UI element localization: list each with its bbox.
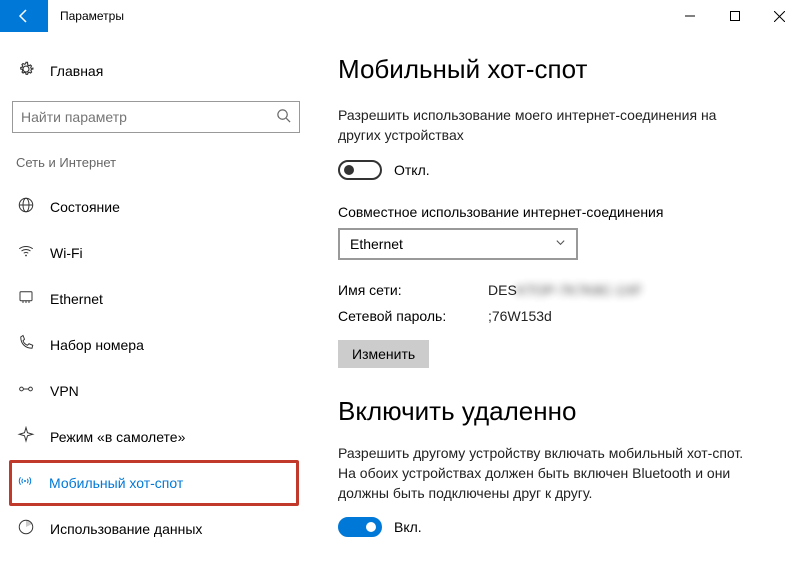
remote-toggle-row: Вкл. [338, 517, 778, 537]
chevron-down-icon [555, 237, 566, 251]
redacted-text: KTOP-7K7K8C-1XF [517, 282, 642, 298]
content: Главная Сеть и Интернет Состояние Wi-Fi [0, 32, 802, 578]
titlebar: Параметры [0, 0, 802, 32]
back-button[interactable] [0, 0, 48, 32]
airplane-icon [16, 426, 36, 448]
nav-item-hotspot[interactable]: Мобильный хот-спот [9, 460, 299, 506]
gear-icon [16, 60, 36, 81]
minimize-icon [685, 11, 695, 21]
connection-label: Совместное использование интернет-соедин… [338, 204, 778, 220]
network-name-label: Имя сети: [338, 282, 488, 298]
share-toggle-row: Откл. [338, 160, 778, 180]
nav-item-airplane[interactable]: Режим «в самолете» [10, 414, 298, 460]
edit-button[interactable]: Изменить [338, 340, 429, 368]
nav-item-vpn[interactable]: VPN [10, 368, 298, 414]
minimize-button[interactable] [667, 0, 712, 32]
window-title: Параметры [48, 9, 667, 23]
remote-toggle-label: Вкл. [394, 519, 422, 535]
nav-label: Wi-Fi [50, 245, 83, 261]
connection-dropdown[interactable]: Ethernet [338, 228, 578, 260]
network-password-value: ;76W153d [488, 308, 552, 324]
category-header: Сеть и Интернет [10, 151, 298, 184]
remote-description: Разрешить другому устройству включать мо… [338, 443, 758, 504]
wifi-icon [16, 242, 36, 264]
share-toggle-label: Откл. [394, 162, 430, 178]
hotspot-icon [15, 472, 35, 494]
nav-label: Ethernet [50, 291, 103, 307]
nav-label: Мобильный хот-спот [49, 475, 183, 491]
page-title: Мобильный хот-спот [338, 54, 778, 85]
network-password-label: Сетевой пароль: [338, 308, 488, 324]
dropdown-value: Ethernet [350, 236, 403, 252]
ethernet-icon [16, 288, 36, 310]
arrow-left-icon [16, 8, 32, 24]
home-label: Главная [50, 63, 103, 79]
nav-label: Состояние [50, 199, 120, 215]
nav-item-status[interactable]: Состояние [10, 184, 298, 230]
sidebar: Главная Сеть и Интернет Состояние Wi-Fi [0, 32, 310, 578]
vpn-icon [16, 380, 36, 402]
close-button[interactable] [757, 0, 802, 32]
maximize-button[interactable] [712, 0, 757, 32]
phone-icon [16, 334, 36, 356]
search-icon [276, 108, 291, 126]
window-controls [667, 0, 802, 32]
nav-item-dialup[interactable]: Набор номера [10, 322, 298, 368]
nav-list: Состояние Wi-Fi Ethernet Набор номера [10, 184, 298, 552]
network-name-row: Имя сети: DESKTOP-7K7K8C-1XF [338, 282, 778, 298]
share-description: Разрешить использование моего интернет-с… [338, 105, 758, 146]
network-name-value: DESKTOP-7K7K8C-1XF [488, 282, 642, 298]
nav-label: VPN [50, 383, 79, 399]
network-password-row: Сетевой пароль: ;76W153d [338, 308, 778, 324]
remote-section-title: Включить удаленно [338, 396, 778, 427]
home-nav-item[interactable]: Главная [10, 52, 298, 95]
globe-icon [16, 196, 36, 218]
maximize-icon [730, 11, 740, 21]
nav-label: Режим «в самолете» [50, 429, 185, 445]
nav-item-datausage[interactable]: Использование данных [10, 506, 298, 552]
nav-label: Набор номера [50, 337, 144, 353]
search-box[interactable] [12, 101, 300, 133]
close-icon [774, 11, 785, 22]
main-panel: Мобильный хот-спот Разрешить использован… [310, 32, 802, 578]
remote-toggle[interactable] [338, 517, 382, 537]
nav-item-wifi[interactable]: Wi-Fi [10, 230, 298, 276]
toggle-knob [366, 522, 376, 532]
toggle-knob [344, 165, 354, 175]
search-input[interactable] [21, 109, 276, 125]
nav-label: Использование данных [50, 521, 202, 537]
data-usage-icon [16, 518, 36, 540]
share-toggle[interactable] [338, 160, 382, 180]
nav-item-ethernet[interactable]: Ethernet [10, 276, 298, 322]
